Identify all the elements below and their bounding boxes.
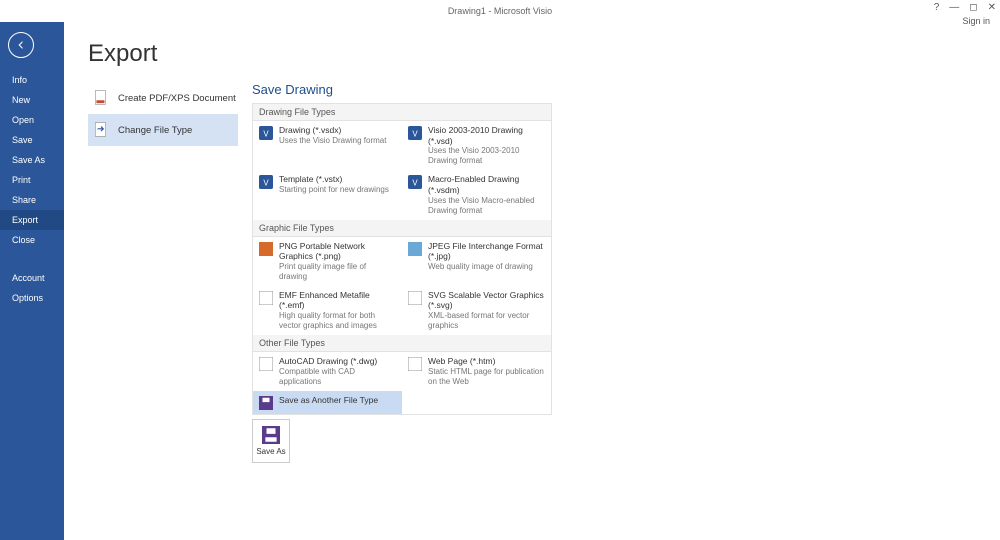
group-title: Drawing File Types xyxy=(253,104,551,121)
emf-file-icon xyxy=(259,291,273,305)
filetype-dwg[interactable]: AutoCAD Drawing (*.dwg)Compatible with C… xyxy=(253,352,402,391)
svg-text:V: V xyxy=(263,179,269,188)
group-title: Graphic File Types xyxy=(253,220,551,237)
save-icon xyxy=(262,426,280,444)
export-options: Create PDF/XPS Document Change File Type xyxy=(88,82,238,463)
sidebar-item-open[interactable]: Open xyxy=(0,110,64,130)
back-arrow-icon xyxy=(15,39,27,51)
sidebar-item-save[interactable]: Save xyxy=(0,130,64,150)
window-title: Drawing1 - Microsoft Visio xyxy=(448,6,552,16)
restore-button[interactable]: ◻ xyxy=(969,2,977,13)
sidebar-item-export[interactable]: Export xyxy=(0,210,64,230)
save-as-button[interactable]: Save As xyxy=(252,419,290,463)
save-file-icon xyxy=(259,396,273,410)
sidebar-item-info[interactable]: Info xyxy=(0,70,64,90)
filetype-vsdx[interactable]: V Drawing (*.vsdx)Uses the Visio Drawing… xyxy=(253,121,402,170)
window-controls: ? — ◻ ✕ xyxy=(934,2,996,13)
option-change-file-type[interactable]: Change File Type xyxy=(88,114,238,146)
sidebar-item-print[interactable]: Print xyxy=(0,170,64,190)
sidebar-item-options[interactable]: Options xyxy=(0,288,64,308)
panel-heading: Save Drawing xyxy=(252,82,552,97)
visio-file-icon: V xyxy=(408,175,422,189)
option-label: Change File Type xyxy=(118,125,192,136)
jpg-file-icon xyxy=(408,242,422,256)
file-type-groups: Drawing File Types V Drawing (*.vsdx)Use… xyxy=(252,103,552,415)
svg-text:V: V xyxy=(412,130,418,139)
filetype-htm[interactable]: Web Page (*.htm)Static HTML page for pub… xyxy=(402,352,551,391)
htm-file-icon xyxy=(408,357,422,371)
visio-file-icon: V xyxy=(408,126,422,140)
filetype-svg[interactable]: SVG Scalable Vector Graphics (*.svg)XML-… xyxy=(402,286,551,335)
svg-file-icon xyxy=(408,291,422,305)
change-filetype-icon xyxy=(92,121,110,139)
page-heading: Export xyxy=(88,40,1000,68)
minimize-button[interactable]: — xyxy=(949,2,959,13)
sidebar-item-close[interactable]: Close xyxy=(0,230,64,250)
svg-text:V: V xyxy=(263,130,269,139)
filetype-vsd[interactable]: V Visio 2003-2010 Drawing (*.vsd)Uses th… xyxy=(402,121,551,170)
group-title: Other File Types xyxy=(253,335,551,352)
svg-text:V: V xyxy=(412,179,418,188)
close-button[interactable]: ✕ xyxy=(988,2,996,13)
sidebar-item-save-as[interactable]: Save As xyxy=(0,150,64,170)
save-as-label: Save As xyxy=(256,447,285,456)
pdf-document-icon xyxy=(92,89,110,107)
filetype-other[interactable]: Save as Another File Type xyxy=(253,391,402,414)
help-icon[interactable]: ? xyxy=(934,2,940,13)
sidebar-item-new[interactable]: New xyxy=(0,90,64,110)
filetype-png[interactable]: PNG Portable Network Graphics (*.png)Pri… xyxy=(253,237,402,286)
sidebar-item-share[interactable]: Share xyxy=(0,190,64,210)
filetype-emf[interactable]: EMF Enhanced Metafile (*.emf)High qualit… xyxy=(253,286,402,335)
option-create-pdf-xps[interactable]: Create PDF/XPS Document xyxy=(88,82,238,114)
filetype-vstx[interactable]: V Template (*.vstx)Starting point for ne… xyxy=(253,170,402,219)
png-file-icon xyxy=(259,242,273,256)
dwg-file-icon xyxy=(259,357,273,371)
filetype-jpg[interactable]: JPEG File Interchange Format (*.jpg)Web … xyxy=(402,237,551,286)
save-drawing-panel: Save Drawing Drawing File Types V Drawin… xyxy=(252,82,552,463)
sidebar-item-account[interactable]: Account xyxy=(0,268,64,288)
main-area: Export Create PDF/XPS Document Change Fi… xyxy=(64,22,1000,540)
backstage-sidebar: Info New Open Save Save As Print Share E… xyxy=(0,22,64,540)
option-label: Create PDF/XPS Document xyxy=(118,93,236,104)
visio-file-icon: V xyxy=(259,126,273,140)
title-bar: Drawing1 - Microsoft Visio ? — ◻ ✕ xyxy=(0,0,1000,22)
visio-file-icon: V xyxy=(259,175,273,189)
filetype-vsdm[interactable]: V Macro-Enabled Drawing (*.vsdm)Uses the… xyxy=(402,170,551,219)
back-button[interactable] xyxy=(8,32,34,58)
